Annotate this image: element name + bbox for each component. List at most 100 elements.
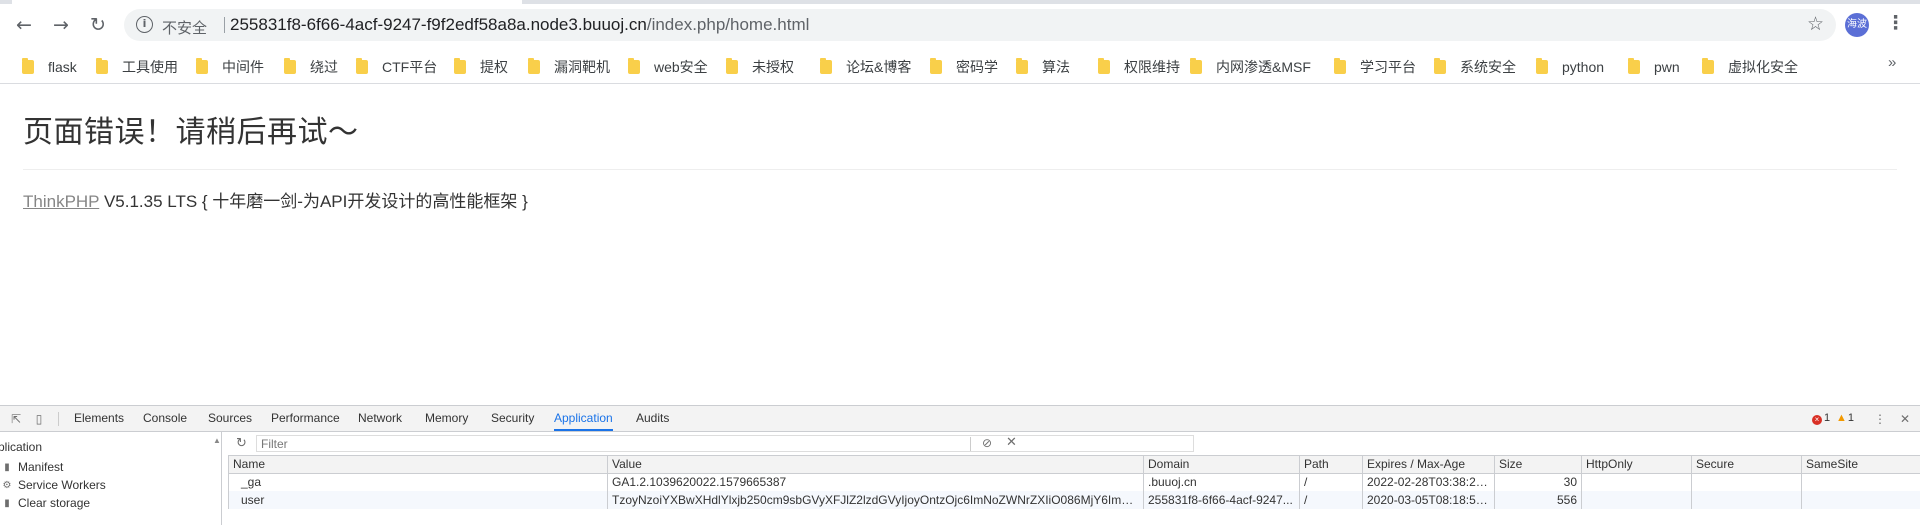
bookmarks-overflow-icon[interactable]: » <box>1888 54 1896 71</box>
devtools-tab-network[interactable]: Network <box>358 406 402 431</box>
bookmark-item[interactable]: python <box>1536 56 1604 78</box>
devtools-tab-elements[interactable]: Elements <box>74 406 124 431</box>
devtools-tab-application[interactable]: Application <box>554 406 613 431</box>
bookmark-label: 权限维持 <box>1124 57 1180 77</box>
framework-copyright: ThinkPHP V5.1.35 LTS { 十年磨一剑-为API开发设计的高性… <box>23 187 528 212</box>
bookmark-item[interactable]: 未授权 <box>726 56 794 78</box>
devtools-tab-performance[interactable]: Performance <box>271 406 340 431</box>
bookmark-item[interactable]: 漏洞靶机 <box>528 56 610 78</box>
folder-icon <box>726 60 738 74</box>
thinkphp-link[interactable]: ThinkPHP <box>23 192 99 211</box>
folder-icon <box>196 60 208 74</box>
sidebar-item-service-workers[interactable]: ⚙Service Workers <box>2 478 106 492</box>
bookmark-item[interactable]: 虚拟化安全 <box>1702 56 1798 78</box>
forward-arrow-icon[interactable]: → <box>48 12 74 38</box>
framework-version: V5.1.35 LTS { 十年磨一剑-为API开发设计的高性能框架 } <box>99 192 528 211</box>
bookmark-item[interactable]: 中间件 <box>196 56 264 78</box>
devtools-menu-icon[interactable]: ⋮ <box>1872 411 1888 427</box>
table-cell <box>1582 473 1692 491</box>
bookmark-label: 虚拟化安全 <box>1728 57 1798 77</box>
sidebar-item-label: Manifest <box>18 460 63 474</box>
table-row[interactable]: _gaGA1.2.1039620022.1579665387.buuoj.cn/… <box>229 473 1920 491</box>
table-cell <box>1692 491 1802 509</box>
back-arrow-icon[interactable]: ← <box>11 12 37 38</box>
table-cell <box>1802 473 1920 491</box>
devtools-tab-security[interactable]: Security <box>491 406 534 431</box>
column-header-secure[interactable]: Secure <box>1692 456 1802 473</box>
profile-avatar[interactable]: 海波 <box>1845 13 1869 37</box>
refresh-icon[interactable]: ↻ <box>236 436 247 451</box>
bookmark-star-icon[interactable]: ☆ <box>1807 13 1824 35</box>
bookmark-label: 中间件 <box>222 57 264 77</box>
security-label[interactable]: 不安全 <box>162 17 207 38</box>
folder-icon <box>1098 60 1110 74</box>
devtools-tab-audits[interactable]: Audits <box>636 406 669 431</box>
toolbar-divider <box>970 437 971 451</box>
bookmark-item[interactable]: web安全 <box>628 56 708 78</box>
devtools-tabbar: ⇱ ▯ Elements Console Sources Performance Net… <box>0 406 1920 432</box>
cookies-toolbar: ↻ ⊘ ✕ <box>228 432 1920 456</box>
bookmark-item[interactable]: 系统安全 <box>1434 56 1516 78</box>
cookie-filter-input[interactable] <box>256 435 1194 452</box>
table-row[interactable]: userTzoyNzoiYXBwXHdlYlxjb250cm9sbGVyXFJl… <box>229 491 1920 509</box>
bookmark-item[interactable]: 论坛&博客 <box>820 56 911 78</box>
document-icon: ▮ <box>2 462 12 473</box>
info-icon[interactable]: i <box>136 16 153 33</box>
address-bar[interactable]: i 不安全 255831f8-6f66-4acf-9247-f9f2edf58a… <box>124 9 1836 41</box>
column-header-size[interactable]: Size <box>1495 456 1582 473</box>
browser-menu-icon[interactable]: ⋮ <box>1886 12 1902 38</box>
reload-icon[interactable]: ↻ <box>85 12 111 38</box>
column-header-path[interactable]: Path <box>1300 456 1363 473</box>
bookmark-label: flask <box>48 59 77 75</box>
column-header-domain[interactable]: Domain <box>1144 456 1300 473</box>
bookmark-item[interactable]: flask <box>22 56 77 78</box>
sidebar-section-title: plication <box>0 440 42 454</box>
close-devtools-icon[interactable]: ✕ <box>1897 411 1913 427</box>
clear-all-icon[interactable]: ⊘ <box>982 436 992 450</box>
folder-icon <box>96 60 108 74</box>
omnibox-divider <box>224 17 225 33</box>
url-text[interactable]: 255831f8-6f66-4acf-9247-f9f2edf58a8a.nod… <box>230 15 809 35</box>
table-cell: / <box>1300 473 1363 491</box>
bookmark-item[interactable]: 绕过 <box>284 56 338 78</box>
bookmark-item[interactable]: 工具使用 <box>96 56 178 78</box>
folder-icon <box>22 60 34 74</box>
bookmark-item[interactable]: 学习平台 <box>1334 56 1416 78</box>
delete-selected-icon[interactable]: ✕ <box>1006 435 1017 450</box>
url-host: 255831f8-6f66-4acf-9247-f9f2edf58a8a.nod… <box>230 15 647 34</box>
sidebar-item-manifest[interactable]: ▮ Manifest <box>2 460 63 474</box>
bookmark-item[interactable]: 权限维持 <box>1098 56 1180 78</box>
column-header-expires-max-age[interactable]: Expires / Max-Age <box>1363 456 1495 473</box>
bookmark-label: 学习平台 <box>1360 57 1416 77</box>
devtools-tab-memory[interactable]: Memory <box>425 406 468 431</box>
error-counter[interactable]: ×1 <box>1812 412 1830 425</box>
folder-icon <box>628 60 640 74</box>
sidebar-scroll-up-icon[interactable]: ▲ <box>213 436 221 445</box>
bookmark-item[interactable]: 提权 <box>454 56 508 78</box>
column-header-httponly[interactable]: HttpOnly <box>1582 456 1692 473</box>
sidebar-item-label: Service Workers <box>18 478 106 492</box>
bookmark-label: CTF平台 <box>382 57 437 77</box>
table-cell: / <box>1300 491 1363 509</box>
table-cell: TzoyNzoiYXBwXHdlYlxjb250cm9sbGVyXFJlZ2lz… <box>608 491 1144 509</box>
active-tab[interactable] <box>12 0 522 4</box>
devtools-tab-console[interactable]: Console <box>143 406 187 431</box>
column-header-value[interactable]: Value <box>608 456 1144 473</box>
folder-icon <box>356 60 368 74</box>
bookmark-item[interactable]: pwn <box>1628 56 1680 78</box>
bookmark-item[interactable]: 算法 <box>1016 56 1070 78</box>
column-header-name[interactable]: Name <box>229 456 608 473</box>
table-cell <box>1692 473 1802 491</box>
inspect-element-icon[interactable]: ⇱ <box>8 411 24 427</box>
warning-counter[interactable]: ▲1 <box>1836 412 1854 424</box>
devtools-tab-sources[interactable]: Sources <box>208 406 252 431</box>
device-toolbar-icon[interactable]: ▯ <box>31 411 47 427</box>
cookies-table: NameValueDomainPathExpires / Max-AgeSize… <box>228 456 1920 509</box>
bookmark-item[interactable]: 内网渗透&MSF <box>1190 56 1311 78</box>
bookmark-item[interactable]: 密码学 <box>930 56 998 78</box>
column-header-samesite[interactable]: SameSite <box>1802 456 1920 473</box>
sidebar-item-clear-storage[interactable]: ▮Clear storage <box>2 496 90 510</box>
table-cell: .buuoj.cn <box>1144 473 1300 491</box>
bookmark-item[interactable]: CTF平台 <box>356 56 437 78</box>
folder-icon <box>1434 60 1446 74</box>
